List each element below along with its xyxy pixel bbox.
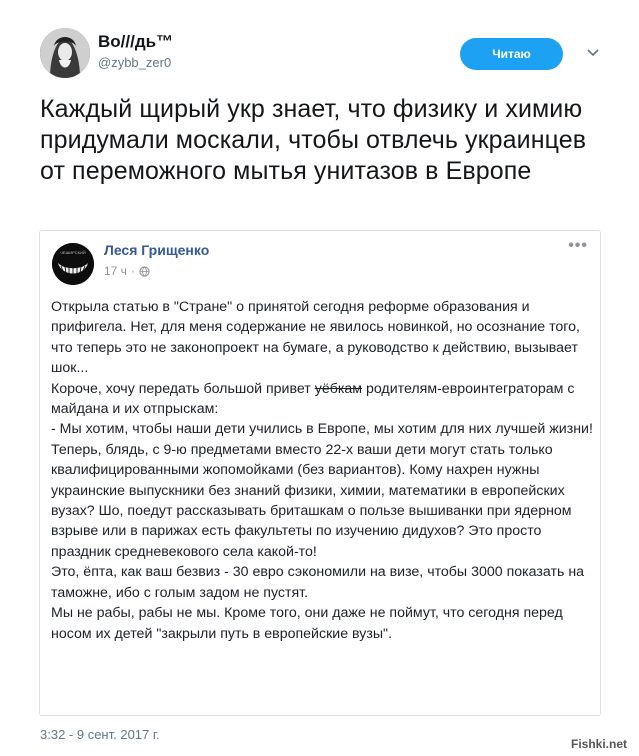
- user-block: Во///дь™ @zybb_zer0: [98, 32, 173, 72]
- post-meta: 17 ч ·: [104, 264, 150, 278]
- post-author-avatar[interactable]: ЧЕШИРСКИЙ: [52, 243, 94, 285]
- cheshire-smile-icon: ЧЕШИРСКИЙ: [52, 243, 94, 285]
- tweet-timestamp[interactable]: 3:32 - 9 сент. 2017 г.: [40, 727, 160, 742]
- following-button[interactable]: Читаю: [460, 38, 563, 70]
- post-paragraph: Короче, хочу передать большой привет уёб…: [51, 379, 599, 420]
- chevron-down-icon[interactable]: [585, 44, 601, 60]
- tweet-header: Во///дь™ @zybb_zer0 Читаю: [40, 28, 610, 80]
- display-name[interactable]: Во///дь™: [98, 32, 173, 52]
- avatar-caption: ЧЕШИРСКИЙ: [60, 250, 86, 255]
- post-paragraph: Это, ёпта, как ваш безвиз - 30 евро сэко…: [51, 564, 585, 601]
- post-paragraph: - Мы хотим, чтобы наши дети учились в Ев…: [51, 421, 593, 438]
- post-paragraph: Теперь, блядь, с 9-ю предметами вместо 2…: [51, 441, 572, 560]
- portrait-icon: [40, 28, 90, 78]
- user-avatar[interactable]: [40, 28, 90, 78]
- post-author-name[interactable]: Леся Грищенко: [104, 242, 209, 258]
- post-time[interactable]: 17 ч: [104, 264, 127, 278]
- embedded-facebook-post[interactable]: ЧЕШИРСКИЙ Леся Грищенко 17 ч · ••• Откры…: [39, 230, 601, 716]
- more-options-icon[interactable]: •••: [568, 237, 588, 255]
- tweet-text: Каждый щирый укр знает, что физику и хим…: [40, 95, 587, 185]
- post-paragraph: Открыла статью в "Стране" о принятой сег…: [51, 299, 580, 377]
- watermark: Fishki.net: [571, 737, 628, 751]
- struck-word: уёбкам: [314, 380, 362, 397]
- globe-icon: [139, 265, 150, 277]
- post-text: Короче, хочу передать большой привет: [51, 380, 315, 397]
- meta-separator: ·: [130, 264, 135, 278]
- post-body: Открыла статью в "Стране" о принятой сег…: [51, 297, 599, 644]
- post-paragraph: Мы не рабы, рабы не мы. Кроме того, они …: [51, 605, 563, 642]
- user-handle[interactable]: @zybb_zer0: [98, 54, 173, 72]
